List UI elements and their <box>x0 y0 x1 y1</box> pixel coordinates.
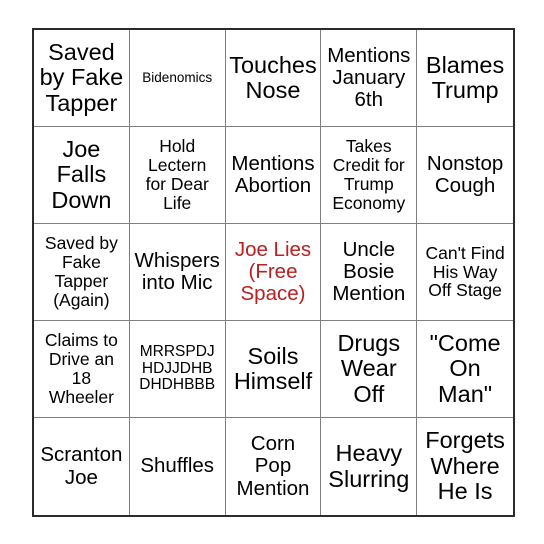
bingo-cell-label: Soils Himself <box>233 342 313 394</box>
bingo-cell-label: Takes Credit for Trump Economy <box>332 136 406 213</box>
bingo-cell[interactable]: Heavy Slurring <box>321 418 418 515</box>
bingo-cell[interactable]: Scranton Joe <box>34 418 130 515</box>
bingo-cell-label: Saved by Fake Tapper (Again) <box>44 233 118 310</box>
bingo-cell[interactable]: Uncle Bosie Mention <box>321 224 418 321</box>
bingo-cell[interactable]: Blames Trump <box>417 30 513 127</box>
bingo-cell[interactable]: Can't Find His Way Off Stage <box>417 224 513 321</box>
bingo-cell-label: Heavy Slurring <box>328 440 410 492</box>
bingo-cell-label: Claims to Drive an 18 Wheeler <box>44 330 118 407</box>
bingo-cell[interactable]: Hold Lectern for Dear Life <box>129 127 226 224</box>
bingo-card: Saved by Fake Tapper Bidenomics Touches No… <box>32 28 515 517</box>
bingo-cell-label: Nonstop Cough <box>426 151 504 197</box>
bingo-cell-label: Mentions January 6th <box>327 43 411 112</box>
bingo-cell-label: Shuffles <box>140 454 215 478</box>
bingo-cell[interactable]: Saved by Fake Tapper (Again) <box>34 224 130 321</box>
bingo-cell[interactable]: Shuffles <box>130 418 226 515</box>
bingo-cell-label: Drugs Wear Off <box>337 329 401 407</box>
bingo-cell[interactable]: Drugs Wear Off <box>321 321 418 418</box>
bingo-cell[interactable]: Nonstop Cough <box>417 127 513 224</box>
bingo-cell-label: Joe Lies (Free Space) <box>234 237 312 306</box>
bingo-cell-label: Bidenomics <box>142 69 213 85</box>
bingo-cell[interactable]: Mentions January 6th <box>321 30 418 127</box>
bingo-cell[interactable]: MRRSPDJ HDJJDHB DHDHBBB <box>129 321 226 418</box>
bingo-cell-label: Can't Find His Way Off Stage <box>425 242 505 301</box>
bingo-cell[interactable]: Saved by Fake Tapper <box>34 30 130 127</box>
bingo-free-space-cell[interactable]: Joe Lies (Free Space) <box>225 224 322 321</box>
bingo-cell[interactable]: Joe Falls Down <box>34 127 130 224</box>
bingo-row: Scranton Joe Shuffles Corn Pop Mention Heav… <box>34 418 513 515</box>
bingo-cell-label: Corn Pop Mention <box>236 432 310 500</box>
bingo-cell[interactable]: Touches Nose <box>225 30 322 127</box>
bingo-cell-label: Saved by Fake Tapper <box>39 38 124 116</box>
bingo-cell-label: Forgets Where He Is <box>425 427 505 505</box>
bingo-row: Saved by Fake Tapper Bidenomics Touches No… <box>34 30 513 127</box>
bingo-cell-label: Hold Lectern for Dear Life <box>145 136 209 213</box>
bingo-cell-label: "Come On Man" <box>429 329 501 407</box>
bingo-cell-label: Joe Falls Down <box>51 135 112 213</box>
bingo-cell-label: Mentions Abortion <box>231 151 315 197</box>
bingo-cell[interactable]: Mentions Abortion <box>225 127 322 224</box>
bingo-cell[interactable]: Forgets Where He Is <box>417 418 513 515</box>
bingo-cell[interactable]: Soils Himself <box>225 321 322 418</box>
bingo-row: Claims to Drive an 18 Wheeler MRRSPDJ HDJ… <box>34 321 513 418</box>
bingo-cell-label: Blames Trump <box>425 51 505 103</box>
bingo-cell-label: Whispers into Mic <box>134 248 220 294</box>
bingo-cell[interactable]: Claims to Drive an 18 Wheeler <box>34 321 130 418</box>
bingo-cell[interactable]: Takes Credit for Trump Economy <box>321 127 418 224</box>
bingo-cell-label: Scranton Joe <box>40 443 123 489</box>
bingo-cell[interactable]: Corn Pop Mention <box>226 418 322 515</box>
bingo-row: Saved by Fake Tapper (Again) Whispers int… <box>34 224 513 321</box>
bingo-cell-label: MRRSPDJ HDJJDHB DHDHBBB <box>139 342 216 394</box>
bingo-cell[interactable]: "Come On Man" <box>417 321 513 418</box>
bingo-cell-label: Touches Nose <box>229 51 317 103</box>
bingo-cell[interactable]: Bidenomics <box>129 30 226 127</box>
bingo-cell[interactable]: Whispers into Mic <box>129 224 226 321</box>
bingo-row: Joe Falls Down Hold Lectern for Dear Life… <box>34 127 513 224</box>
bingo-cell-label: Uncle Bosie Mention <box>332 237 406 306</box>
